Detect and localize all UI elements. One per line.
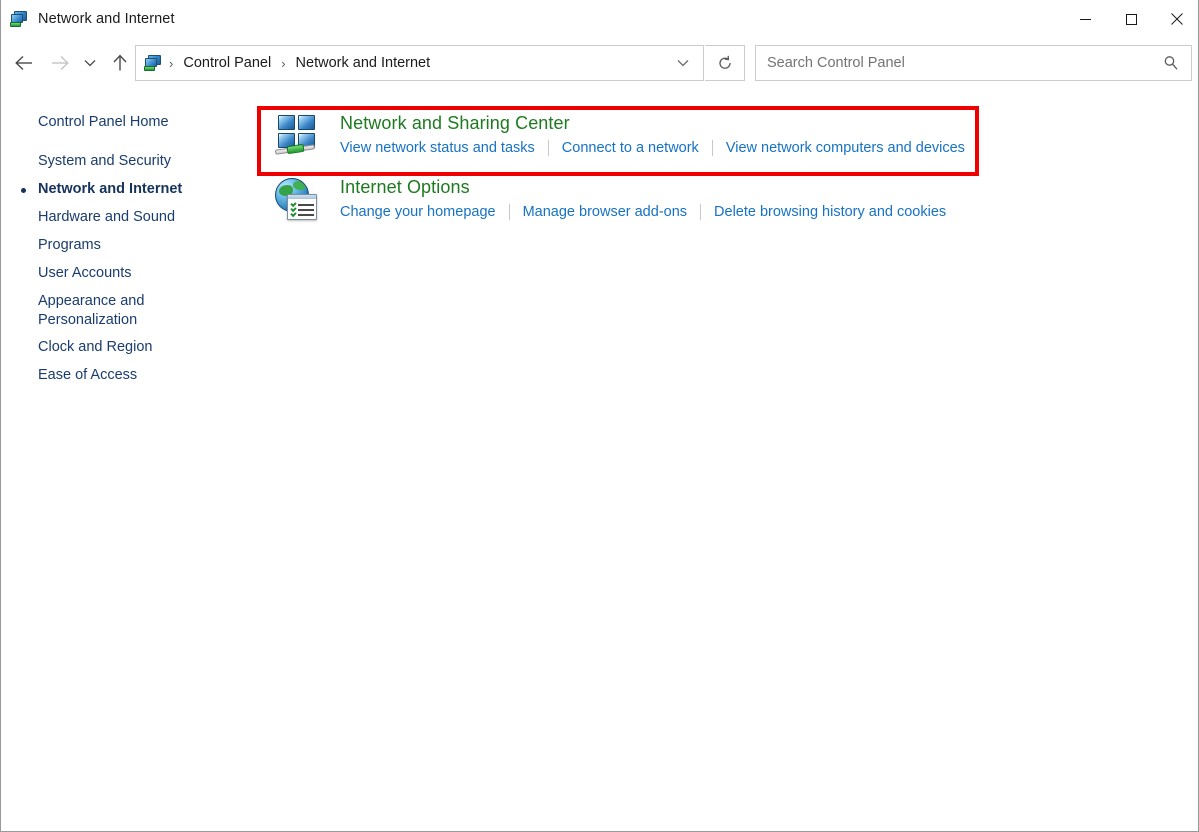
link-separator bbox=[508, 204, 510, 220]
address-bar[interactable]: › Control Panel › Network and Internet bbox=[135, 45, 704, 81]
current-item-bullet bbox=[21, 188, 26, 193]
forward-arrow-icon bbox=[45, 46, 75, 80]
network-and-sharing-center-icon bbox=[273, 112, 321, 160]
link-separator bbox=[700, 204, 702, 220]
chevron-down-icon[interactable] bbox=[663, 46, 703, 80]
category-links: View network status and tasks Connect to… bbox=[340, 138, 965, 158]
breadcrumb-separator: › bbox=[169, 55, 174, 71]
window-title: Network and Internet bbox=[38, 11, 175, 27]
content-area: Network and Sharing Center View network … bbox=[257, 98, 1198, 831]
refresh-icon[interactable] bbox=[705, 45, 745, 81]
sidebar-item-ease-of-access[interactable]: Ease of Access bbox=[38, 366, 137, 385]
breadcrumb-control-panel[interactable]: Control Panel bbox=[180, 53, 274, 73]
category-internet-options: Internet Options Change your homepage Ma… bbox=[273, 174, 946, 224]
link-separator bbox=[711, 140, 713, 156]
link-change-your-homepage[interactable]: Change your homepage bbox=[340, 202, 496, 222]
search-icon[interactable] bbox=[1151, 46, 1191, 80]
sidebar-item-user-accounts[interactable]: User Accounts bbox=[38, 264, 132, 283]
sidebar-item-appearance-and-personalization[interactable]: Appearance and Personalization bbox=[38, 292, 168, 330]
breadcrumb-network-and-internet[interactable]: Network and Internet bbox=[293, 53, 434, 73]
category-body: Network and Sharing Center View network … bbox=[340, 110, 965, 160]
window-controls bbox=[1062, 0, 1198, 38]
recent-locations-chevron-icon[interactable] bbox=[79, 46, 101, 80]
category-title-internet-options[interactable]: Internet Options bbox=[340, 175, 946, 199]
category-network-and-sharing-center: Network and Sharing Center View network … bbox=[273, 110, 965, 160]
network-icon bbox=[10, 10, 28, 28]
link-view-network-status-and-tasks[interactable]: View network status and tasks bbox=[340, 138, 535, 158]
sidebar-item-programs[interactable]: Programs bbox=[38, 236, 101, 255]
sidebar-item-system-and-security[interactable]: System and Security bbox=[38, 152, 171, 171]
minimize-icon[interactable] bbox=[1062, 0, 1108, 38]
category-body: Internet Options Change your homepage Ma… bbox=[340, 174, 946, 224]
internet-options-icon bbox=[273, 176, 321, 224]
back-arrow-icon[interactable] bbox=[9, 46, 39, 80]
category-title-network-and-sharing-center[interactable]: Network and Sharing Center bbox=[340, 111, 965, 135]
network-icon bbox=[144, 54, 162, 72]
breadcrumb-separator: › bbox=[281, 55, 286, 71]
link-delete-browsing-history-and-cookies[interactable]: Delete browsing history and cookies bbox=[714, 202, 946, 222]
link-connect-to-a-network[interactable]: Connect to a network bbox=[562, 138, 699, 158]
title-bar: Network and Internet bbox=[1, 0, 1198, 38]
link-manage-browser-add-ons[interactable]: Manage browser add-ons bbox=[523, 202, 687, 222]
link-separator bbox=[547, 140, 549, 156]
up-arrow-icon[interactable] bbox=[105, 46, 135, 80]
sidebar-item-hardware-and-sound[interactable]: Hardware and Sound bbox=[38, 208, 175, 227]
close-icon[interactable] bbox=[1154, 0, 1198, 38]
control-panel-window: Network and Internet › Control Panel › N… bbox=[0, 0, 1199, 832]
sidebar-item-control-panel-home[interactable]: Control Panel Home bbox=[38, 113, 169, 132]
maximize-icon[interactable] bbox=[1108, 0, 1154, 38]
sidebar-item-network-and-internet[interactable]: Network and Internet bbox=[38, 180, 182, 199]
sidebar-item-clock-and-region[interactable]: Clock and Region bbox=[38, 338, 152, 357]
category-links: Change your homepage Manage browser add-… bbox=[340, 202, 946, 222]
search-box[interactable] bbox=[755, 45, 1192, 81]
link-view-network-computers-and-devices[interactable]: View network computers and devices bbox=[726, 138, 965, 158]
search-input[interactable] bbox=[756, 55, 1151, 71]
sidebar: Control Panel Home System and Security N… bbox=[1, 98, 257, 398]
